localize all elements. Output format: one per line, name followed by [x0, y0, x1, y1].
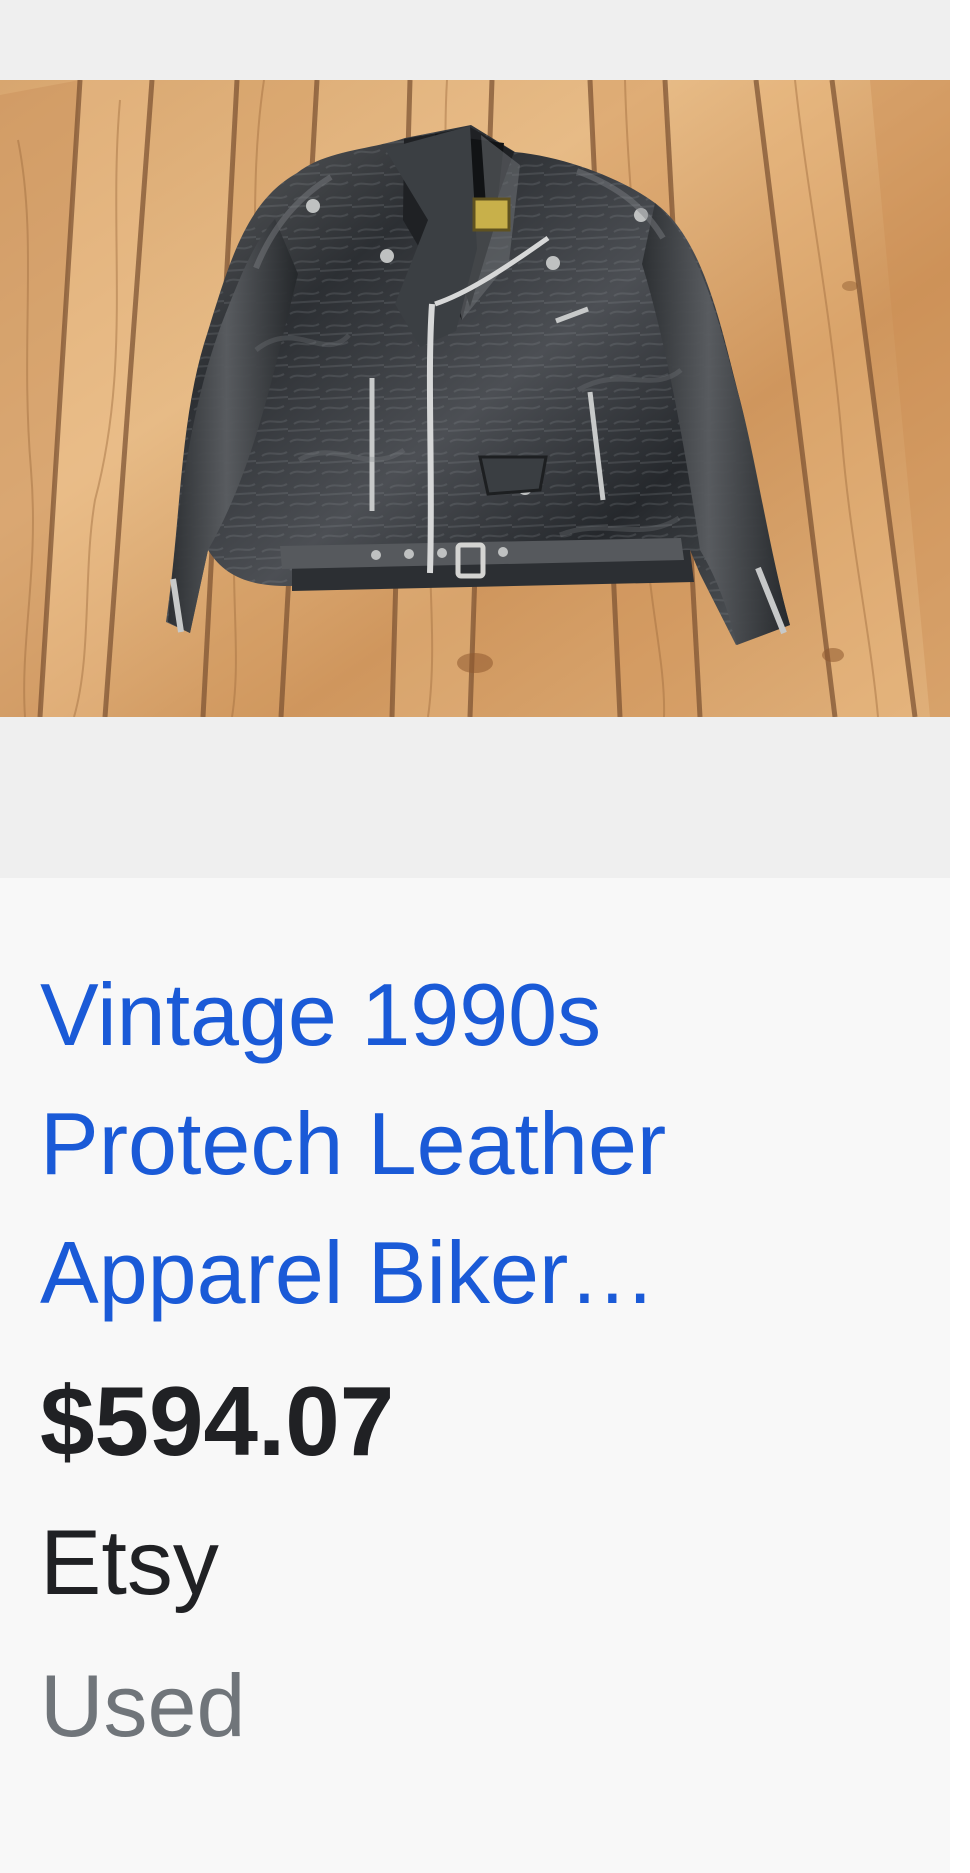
product-card[interactable]: Vintage 1990s Protech Leather Apparel Bi…	[0, 0, 950, 1873]
product-price: $594.07	[40, 1366, 395, 1476]
product-info: Vintage 1990s Protech Leather Apparel Bi…	[40, 950, 920, 1761]
product-image-container[interactable]	[0, 0, 950, 878]
product-title-line-3: Apparel Biker…	[40, 1223, 657, 1322]
jacket-photo[interactable]	[0, 80, 950, 717]
product-condition: Used	[40, 1656, 246, 1755]
product-title-line-1: Vintage 1990s	[40, 965, 602, 1064]
product-title-link[interactable]: Vintage 1990s Protech Leather Apparel Bi…	[40, 950, 920, 1337]
product-title-line-2: Protech Leather	[40, 1094, 667, 1193]
merchant-name: Etsy	[40, 1512, 219, 1614]
